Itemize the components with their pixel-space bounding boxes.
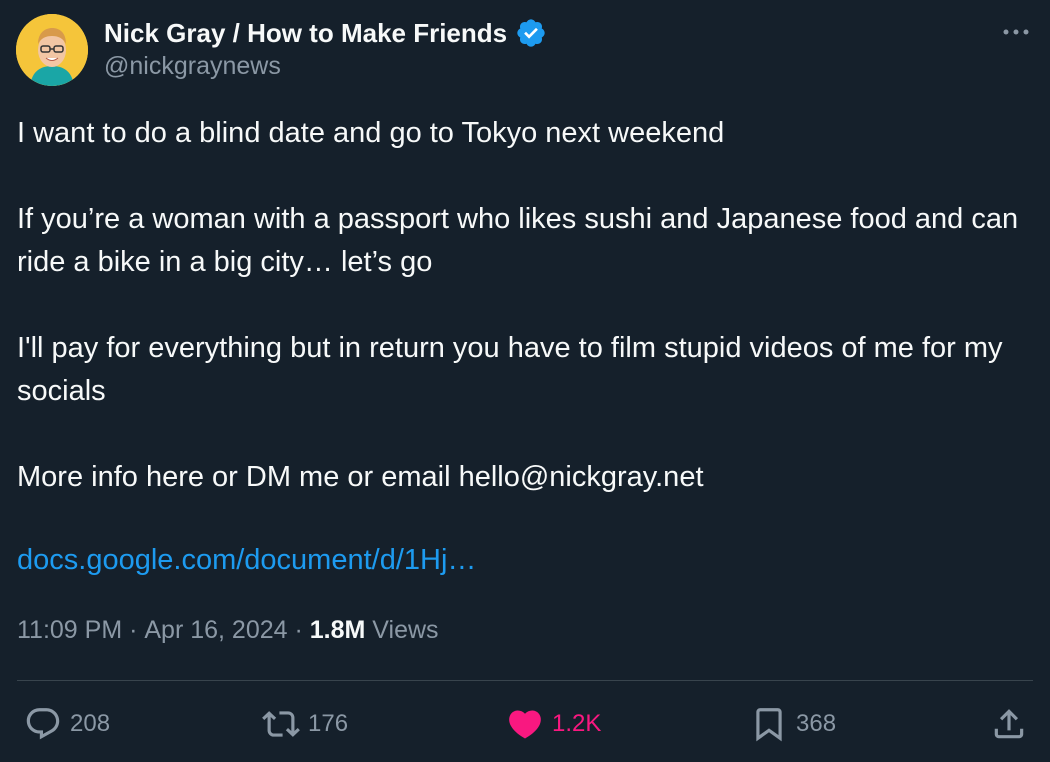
bookmark-count: 368: [796, 710, 837, 737]
meta-separator: ·: [287, 616, 310, 644]
share-icon: [994, 709, 1024, 739]
tweet-date[interactable]: Apr 16, 2024: [144, 616, 287, 645]
tweet-paragraph: More info here or DM me or email hello@n…: [17, 461, 704, 493]
divider: [17, 680, 1033, 681]
tweet-text: I want to do a blind date and go to Toky…: [17, 112, 1027, 499]
display-name[interactable]: Nick Gray / How to Make Friends: [104, 18, 507, 49]
avatar-image: [16, 14, 88, 86]
views-label: Views: [365, 616, 439, 644]
bookmark-icon: [756, 708, 782, 742]
views-count[interactable]: 1.8M: [310, 616, 366, 645]
tweet-paragraph: I want to do a blind date and go to Toky…: [17, 117, 725, 149]
tweet-meta: 11:09 PM · Apr 16, 2024 · 1.8M Views: [17, 616, 439, 645]
repost-button[interactable]: 176: [262, 700, 348, 748]
action-bar: 208 176 1.2K 368: [0, 700, 1050, 748]
tweet-paragraph: If you’re a woman with a passport who li…: [17, 203, 1019, 278]
author-handle[interactable]: @nickgraynews: [104, 52, 281, 81]
meta-separator: ·: [122, 616, 145, 644]
reply-count: 208: [70, 710, 111, 737]
tweet-card: Nick Gray / How to Make Friends @nickgra…: [0, 0, 1050, 762]
like-button[interactable]: 1.2K: [506, 700, 601, 748]
bookmark-button[interactable]: 368: [750, 700, 836, 748]
ellipsis-icon[interactable]: [1000, 20, 1032, 44]
avatar[interactable]: [16, 14, 88, 86]
repost-icon: [262, 711, 300, 737]
repost-count: 176: [308, 710, 349, 737]
heart-icon: [509, 710, 541, 739]
verified-badge-icon[interactable]: [515, 17, 547, 49]
share-button[interactable]: [990, 700, 1028, 748]
tweet-link[interactable]: docs.google.com/document/d/1Hj…: [17, 544, 476, 577]
like-count: 1.2K: [552, 710, 602, 737]
reply-icon: [26, 708, 60, 740]
reply-button[interactable]: 208: [24, 700, 110, 748]
tweet-time[interactable]: 11:09 PM: [17, 616, 122, 645]
tweet-paragraph: I'll pay for everything but in return yo…: [17, 332, 1003, 407]
author-name-row: Nick Gray / How to Make Friends: [104, 16, 547, 50]
